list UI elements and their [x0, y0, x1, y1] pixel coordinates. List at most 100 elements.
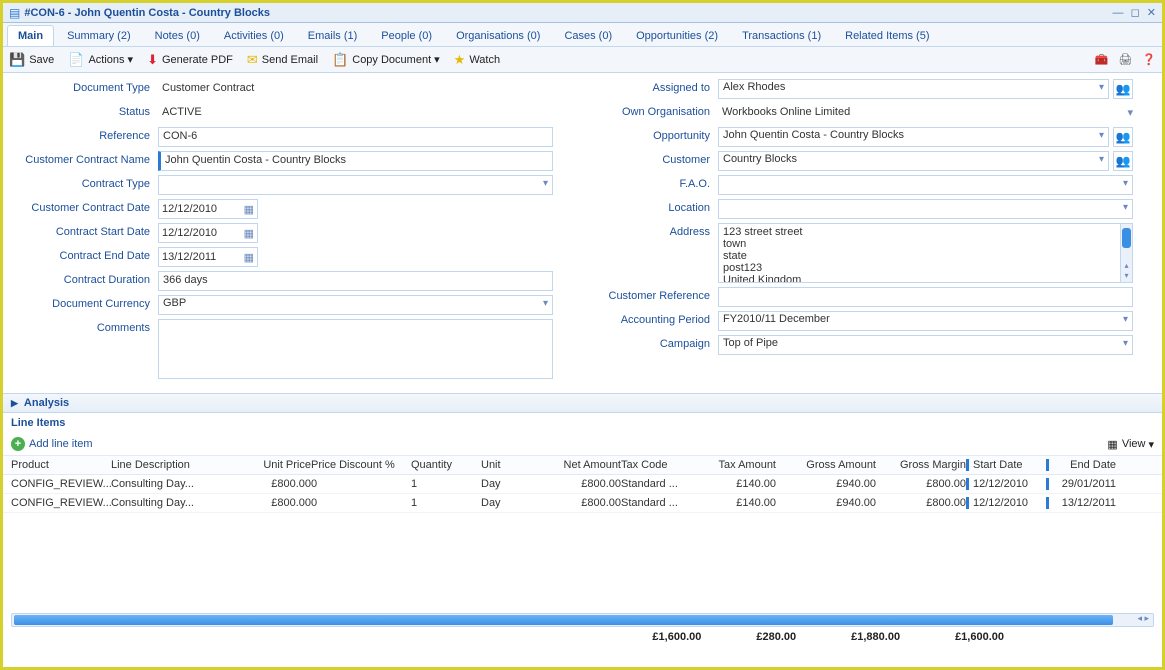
col-end-date[interactable]: End Date	[1046, 459, 1116, 471]
contract-name-input[interactable]: John Quentin Costa - Country Blocks	[158, 151, 553, 171]
document-currency-select[interactable]: GBP	[158, 295, 553, 315]
toolbox-icon[interactable]: 🧰	[1095, 53, 1109, 66]
chevron-down-icon[interactable]: ▾	[1127, 106, 1133, 119]
email-label: Send Email	[262, 54, 318, 66]
col-tax-code[interactable]: Tax Code	[621, 459, 696, 471]
fao-select[interactable]	[718, 175, 1133, 195]
lookup-icon[interactable]: 👥	[1113, 151, 1133, 171]
customer-select[interactable]: Country Blocks	[718, 151, 1109, 171]
cell: £140.00	[696, 478, 776, 490]
cell: CONFIG_REVIEW...	[11, 497, 111, 509]
contract-duration-input[interactable]: 366 days	[158, 271, 553, 291]
actions-button[interactable]: 📄Actions▾	[68, 52, 133, 68]
col-net[interactable]: Net Amount	[541, 459, 621, 471]
col-tax-amount[interactable]: Tax Amount	[696, 459, 776, 471]
label: Address	[573, 223, 718, 238]
col-unit[interactable]: Unit	[481, 459, 541, 471]
copy-icon: 📋	[332, 52, 348, 68]
view-label: View	[1122, 438, 1146, 450]
cell: 1	[411, 497, 481, 509]
tab-related-items[interactable]: Related Items (5)	[834, 25, 940, 46]
tab-opportunities[interactable]: Opportunities (2)	[625, 25, 729, 46]
col-unit-price[interactable]: Unit Price	[241, 459, 311, 471]
tab-people[interactable]: People (0)	[370, 25, 443, 46]
date-value: 12/12/2010	[162, 203, 217, 215]
col-gross[interactable]: Gross Amount	[776, 459, 876, 471]
minimize-icon[interactable]: —	[1113, 7, 1124, 19]
lookup-icon[interactable]: 👥	[1113, 127, 1133, 147]
table-row[interactable]: CONFIG_REVIEW... Consulting Day... £800.…	[3, 494, 1162, 513]
watch-button[interactable]: ★Watch	[454, 52, 500, 68]
label: Campaign	[573, 335, 718, 350]
scrollbar[interactable]: ▴▾	[1120, 224, 1132, 282]
plus-icon: +	[11, 437, 25, 451]
address-line: state	[723, 250, 1118, 262]
label: Document Currency	[13, 295, 158, 310]
lookup-icon[interactable]: 👥	[1113, 79, 1133, 99]
location-select[interactable]	[718, 199, 1133, 219]
cell: 29/01/2011	[1046, 478, 1116, 490]
address-textarea[interactable]: 123 street street town state post123 Uni…	[718, 223, 1133, 283]
help-icon[interactable]: ❓	[1142, 53, 1156, 66]
col-start-date[interactable]: Start Date	[966, 459, 1046, 471]
contract-end-date-input[interactable]: 13/12/2011▦	[158, 247, 258, 267]
label: Opportunity	[573, 127, 718, 142]
table-row[interactable]: CONFIG_REVIEW... Consulting Day... £800.…	[3, 475, 1162, 494]
calendar-icon[interactable]: ▦	[244, 251, 254, 264]
add-line-item-button[interactable]: +Add line item	[11, 437, 93, 451]
tab-activities[interactable]: Activities (0)	[213, 25, 295, 46]
tab-main[interactable]: Main	[7, 25, 54, 46]
customer-contract-date-input[interactable]: 12/12/2010 ▦	[158, 199, 258, 219]
calendar-icon[interactable]: ▦	[244, 227, 254, 240]
tab-summary[interactable]: Summary (2)	[56, 25, 142, 46]
col-quantity[interactable]: Quantity	[411, 459, 481, 471]
cell: Consulting Day...	[111, 497, 241, 509]
col-gross-margin[interactable]: Gross Margin	[876, 459, 966, 471]
contract-type-select[interactable]	[158, 175, 553, 195]
tab-transactions[interactable]: Transactions (1)	[731, 25, 832, 46]
analysis-section-toggle[interactable]: ▶ Analysis	[3, 393, 1162, 413]
label: Comments	[13, 319, 158, 334]
horizontal-scrollbar[interactable]: ◂ ▸	[11, 613, 1154, 627]
generate-pdf-button[interactable]: ⬇Generate PDF	[147, 52, 233, 68]
total-gm: £1,600.00	[955, 631, 1154, 643]
campaign-select[interactable]: Top of Pipe	[718, 335, 1133, 355]
col-desc[interactable]: Line Description	[111, 459, 241, 471]
label: Location	[573, 199, 718, 214]
cell: Day	[481, 497, 541, 509]
file-icon: 📄	[68, 52, 84, 68]
tab-organisations[interactable]: Organisations (0)	[445, 25, 551, 46]
email-icon: ✉	[247, 52, 258, 68]
address-line: town	[723, 238, 1118, 250]
calendar-icon[interactable]: ▦	[244, 203, 254, 216]
total-net: £1,600.00	[652, 631, 756, 643]
pdf-label: Generate PDF	[162, 54, 233, 66]
window-title: #CON-6 - John Quentin Costa - Country Bl…	[24, 7, 1108, 19]
own-organisation-value: Workbooks Online Limited	[718, 103, 1119, 121]
col-discount[interactable]: Price Discount %	[311, 459, 411, 471]
cell: Consulting Day...	[111, 478, 241, 490]
cell: 1	[411, 478, 481, 490]
assigned-to-select[interactable]: Alex Rhodes	[718, 79, 1109, 99]
accounting-period-select[interactable]: FY2010/11 December	[718, 311, 1133, 331]
tab-notes[interactable]: Notes (0)	[144, 25, 211, 46]
view-button[interactable]: ▦View▾	[1107, 438, 1154, 451]
label: Customer Contract Date	[13, 199, 158, 214]
reference-input[interactable]: CON-6	[158, 127, 553, 147]
col-product[interactable]: Product	[11, 459, 111, 471]
cell: 0	[311, 497, 411, 509]
print-icon[interactable]: 🖨	[1118, 53, 1132, 66]
label: Contract Duration	[13, 271, 158, 286]
opportunity-select[interactable]: John Quentin Costa - Country Blocks	[718, 127, 1109, 147]
copy-document-button[interactable]: 📋Copy Document▾	[332, 52, 440, 68]
tab-cases[interactable]: Cases (0)	[553, 25, 623, 46]
send-email-button[interactable]: ✉ Send Email	[247, 52, 318, 68]
close-icon[interactable]: ✕	[1147, 7, 1156, 19]
save-button[interactable]: 💾Save	[9, 52, 54, 68]
tab-emails[interactable]: Emails (1)	[297, 25, 369, 46]
customer-reference-input[interactable]	[718, 287, 1133, 307]
address-line: 123 street street	[723, 226, 1118, 238]
contract-start-date-input[interactable]: 12/12/2010▦	[158, 223, 258, 243]
maximize-icon[interactable]: ◻	[1131, 7, 1140, 19]
comments-textarea[interactable]	[158, 319, 553, 379]
